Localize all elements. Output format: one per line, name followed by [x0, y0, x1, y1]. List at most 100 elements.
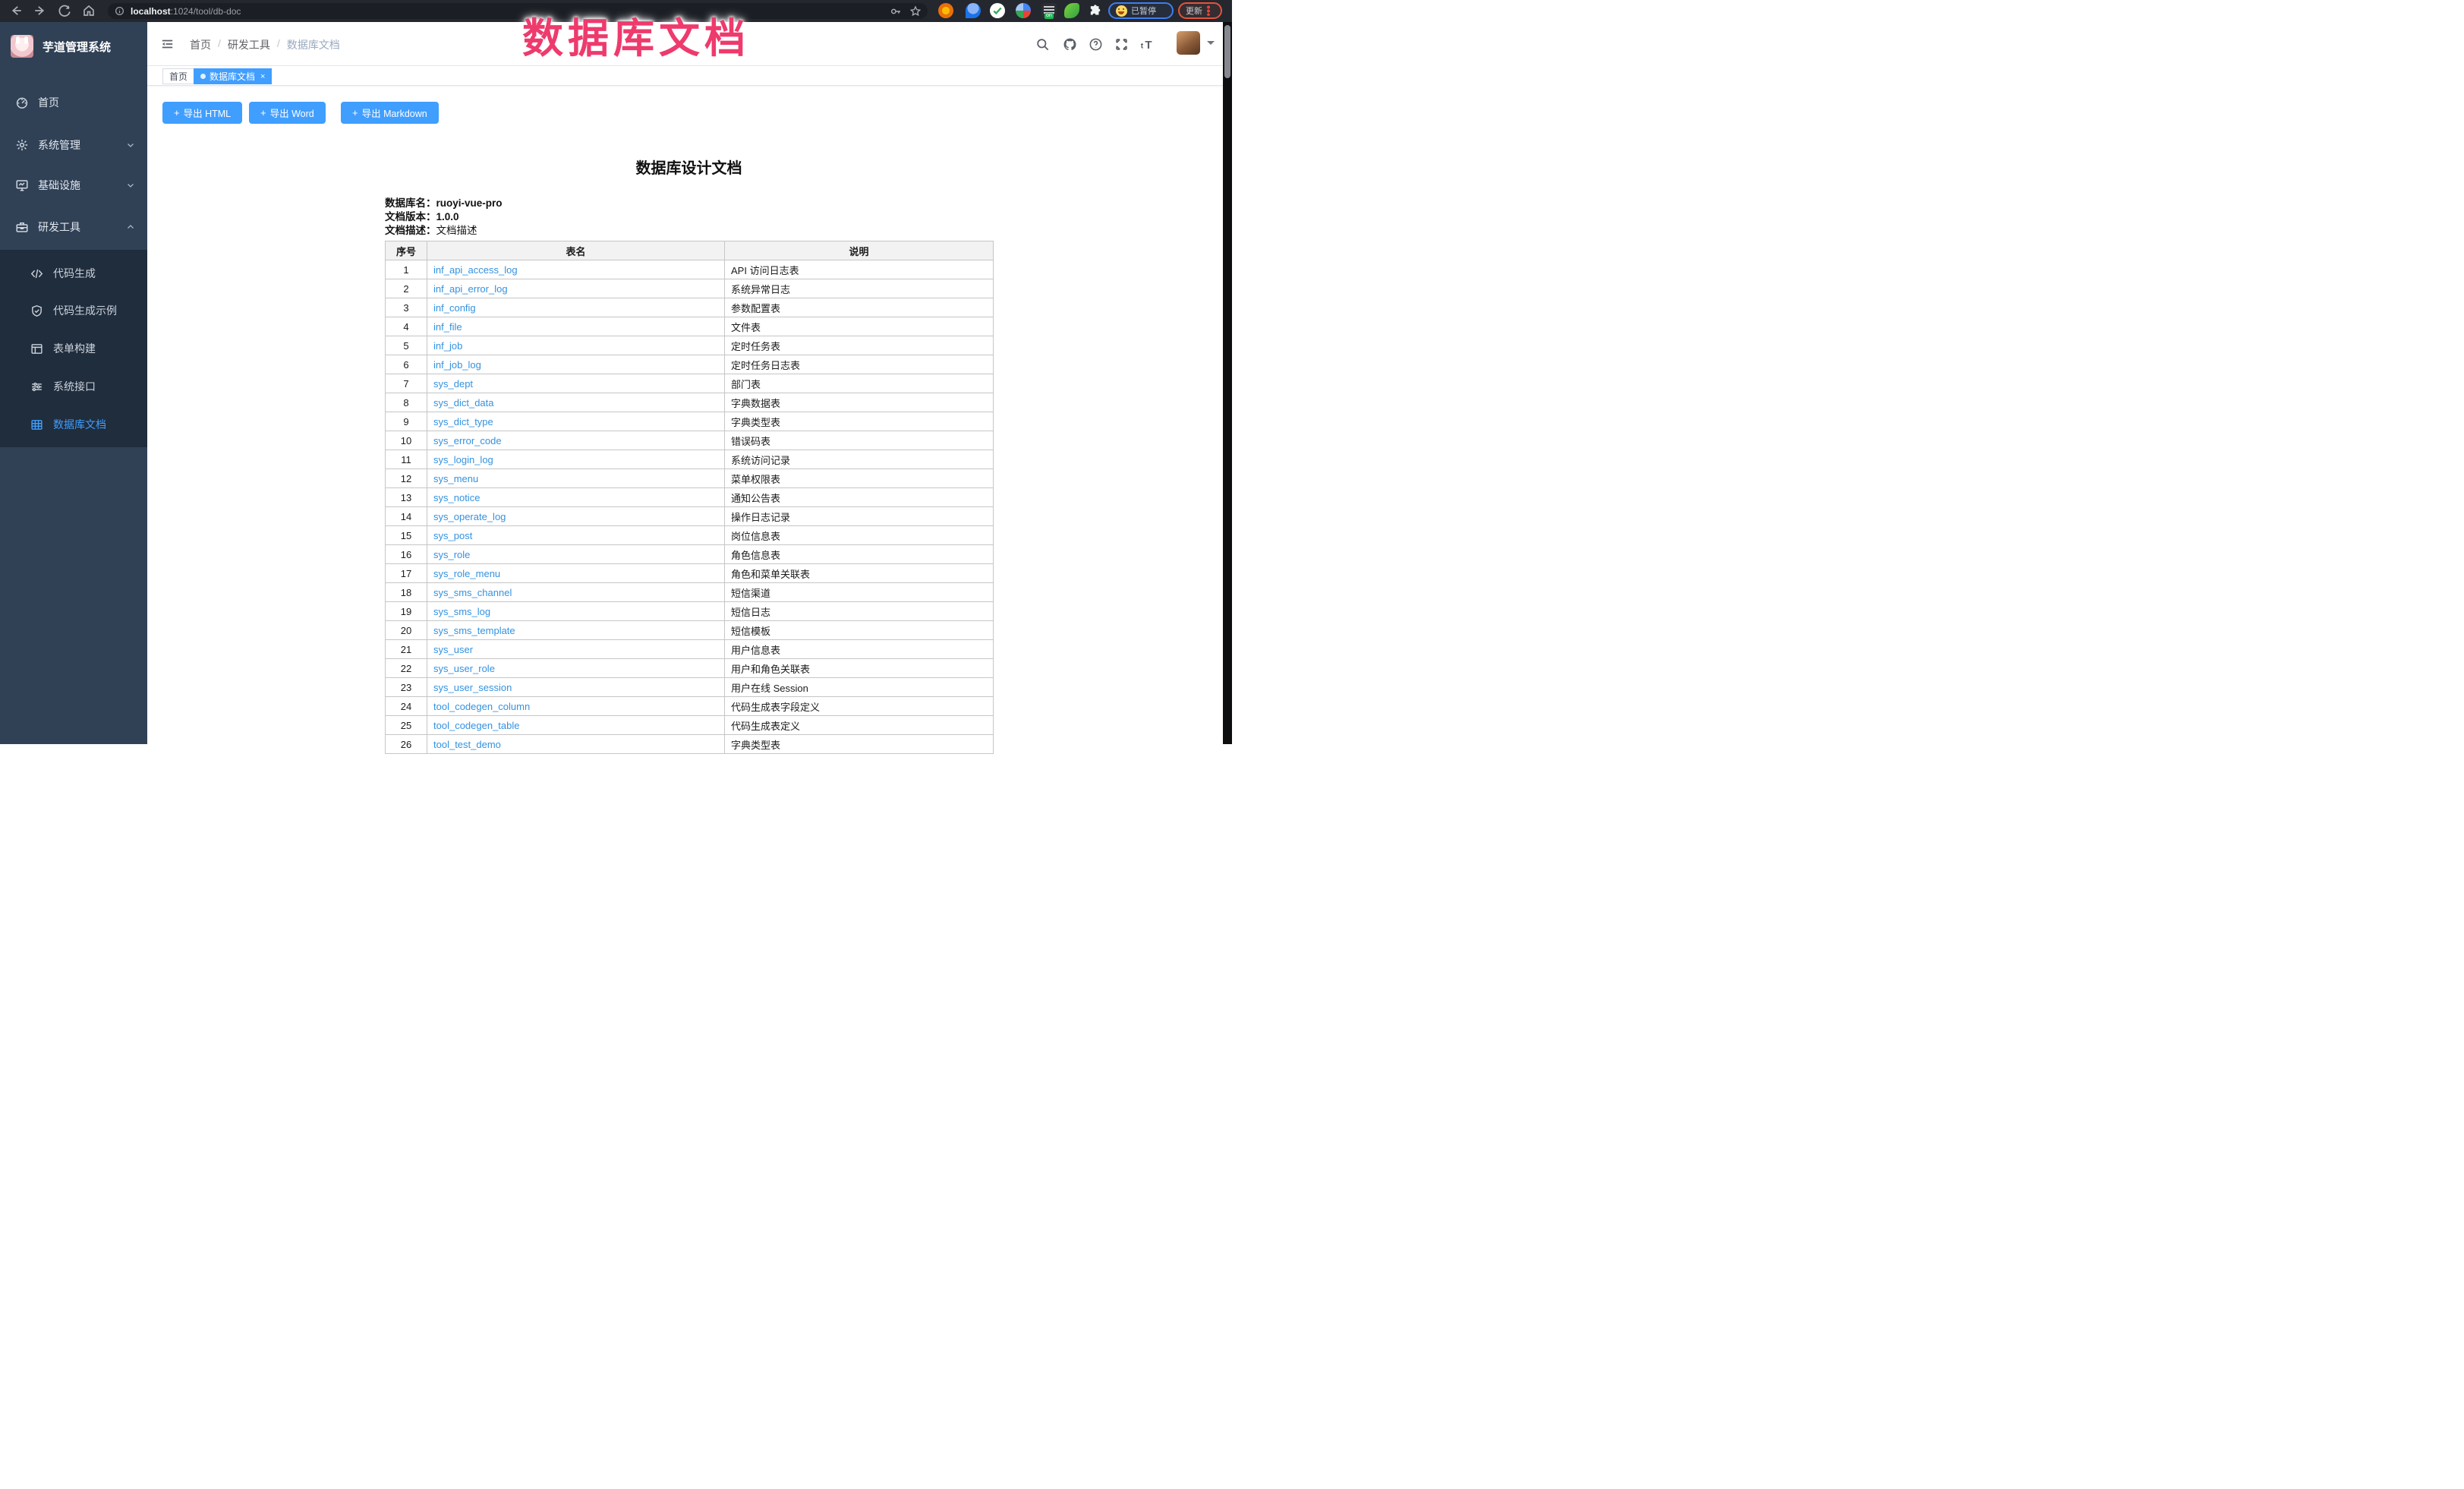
toolbox-icon	[15, 220, 29, 234]
table-name-link[interactable]: sys_user_role	[427, 659, 725, 678]
browser-refresh-icon[interactable]	[58, 4, 71, 17]
breadcrumb-separator: /	[218, 37, 221, 52]
browser-update-chip[interactable]: 更新	[1178, 2, 1222, 19]
font-size-icon[interactable]: tT	[1140, 37, 1155, 52]
user-avatar[interactable]	[1177, 31, 1200, 55]
tables-overview: 序号 表名 说明 1 inf_api_access_log API 访问日志表 …	[385, 241, 994, 754]
address-bar[interactable]: localhost:1024/tool/db-doc	[108, 3, 928, 19]
scrollbar-thumb[interactable]	[1224, 25, 1230, 78]
breadcrumb-home[interactable]: 首页	[190, 37, 211, 52]
collapse-sidebar-icon[interactable]	[161, 38, 174, 50]
table-name-link[interactable]: sys_sms_template	[427, 621, 725, 640]
table-row: 19 sys_sms_log 短信日志	[386, 602, 994, 621]
tag-label: 首页	[169, 70, 187, 83]
help-icon[interactable]	[1089, 37, 1103, 52]
table-desc: 字典类型表	[725, 412, 994, 431]
export-html-button[interactable]: +导出 HTML	[162, 102, 242, 124]
browser-menu-icon[interactable]	[1207, 5, 1210, 16]
plus-icon: +	[352, 107, 358, 118]
chevron-down-icon	[126, 181, 135, 190]
sidebar-item-label: 基础设施	[38, 178, 80, 193]
table-name-link[interactable]: sys_user_session	[427, 678, 725, 697]
table-name-link[interactable]: sys_sms_channel	[427, 583, 725, 602]
table-name-link[interactable]: tool_codegen_table	[427, 716, 725, 735]
table-name-link[interactable]: sys_dept	[427, 374, 725, 393]
extension-puzzle-icon[interactable]	[1087, 3, 1102, 18]
sidebar-item-home[interactable]: 首页	[0, 87, 147, 118]
page-info-icon[interactable]	[115, 6, 124, 16]
tag-close-icon[interactable]: ×	[260, 72, 265, 81]
sidebar-item-system[interactable]: 系统管理	[0, 130, 147, 160]
row-index: 18	[386, 583, 427, 602]
submenu-item-label: 代码生成示例	[53, 303, 117, 318]
table-name-link[interactable]: sys_role_menu	[427, 564, 725, 583]
table-name-link[interactable]: inf_file	[427, 317, 725, 336]
table-name-link[interactable]: sys_login_log	[427, 450, 725, 469]
table-name-link[interactable]: sys_error_code	[427, 431, 725, 450]
table-desc: API 访问日志表	[725, 260, 994, 279]
table-name-link[interactable]: inf_api_access_log	[427, 260, 725, 279]
breadcrumb-current: 数据库文档	[287, 37, 340, 52]
table-row: 13 sys_notice 通知公告表	[386, 488, 994, 507]
sliders-icon	[30, 380, 43, 393]
table-row: 17 sys_role_menu 角色和菜单关联表	[386, 564, 994, 583]
table-name-link[interactable]: inf_job_log	[427, 355, 725, 374]
submenu-item-codegen-demo[interactable]: 代码生成示例	[0, 292, 147, 330]
extension-mosaic-icon[interactable]	[1016, 3, 1031, 18]
tag-db-doc[interactable]: 数据库文档 ×	[194, 68, 272, 84]
sidebar-item-devtools[interactable]: 研发工具	[0, 212, 147, 242]
submenu-item-api[interactable]: 系统接口	[0, 368, 147, 405]
table-name-link[interactable]: sys_user	[427, 640, 725, 659]
table-name-link[interactable]: sys_role	[427, 545, 725, 564]
table-name-link[interactable]: sys_dict_type	[427, 412, 725, 431]
github-icon[interactable]	[1063, 37, 1077, 52]
tag-home[interactable]: 首页	[162, 68, 194, 84]
submenu-item-form-builder[interactable]: 表单构建	[0, 330, 147, 368]
browser-forward-icon[interactable]	[33, 4, 47, 17]
table-name-link[interactable]: inf_job	[427, 336, 725, 355]
breadcrumb-devtools[interactable]: 研发工具	[228, 37, 270, 52]
extension-pin-icon[interactable]	[966, 3, 981, 18]
submenu-item-codegen[interactable]: 代码生成	[0, 254, 147, 292]
fullscreen-icon[interactable]	[1114, 37, 1129, 52]
extension-leaf-icon[interactable]	[1064, 3, 1079, 18]
browser-back-icon[interactable]	[9, 4, 23, 17]
row-index: 2	[386, 279, 427, 298]
table-row: 18 sys_sms_channel 短信渠道	[386, 583, 994, 602]
export-word-button[interactable]: +导出 Word	[249, 102, 326, 124]
table-name-link[interactable]: sys_notice	[427, 488, 725, 507]
window-scrollbar[interactable]	[1223, 22, 1232, 744]
submenu-item-db-doc[interactable]: 数据库文档	[0, 405, 147, 443]
table-desc: 用户在线 Session	[725, 678, 994, 697]
table-name-link[interactable]: sys_sms_log	[427, 602, 725, 621]
table-grid-icon	[30, 418, 43, 431]
table-name-link[interactable]: tool_test_demo	[427, 735, 725, 754]
extension-check-icon[interactable]	[990, 3, 1005, 18]
table-name-link[interactable]: sys_dict_data	[427, 393, 725, 412]
extension-icon-1[interactable]	[938, 3, 953, 18]
profile-paused-chip[interactable]: 已暂停	[1108, 2, 1174, 19]
plus-icon: +	[260, 107, 266, 118]
table-desc: 系统异常日志	[725, 279, 994, 298]
table-name-link[interactable]: sys_menu	[427, 469, 725, 488]
table-desc: 操作日志记录	[725, 507, 994, 526]
row-index: 24	[386, 697, 427, 716]
table-name-link[interactable]: inf_api_error_log	[427, 279, 725, 298]
export-markdown-button[interactable]: +导出 Markdown	[341, 102, 439, 124]
table-name-link[interactable]: tool_codegen_column	[427, 697, 725, 716]
doc-info-line: 文档版本：1.0.0	[385, 210, 503, 224]
avatar-caret-icon[interactable]	[1207, 41, 1215, 49]
app-logo[interactable]: 芋道管理系统	[0, 31, 147, 62]
search-icon[interactable]	[1035, 37, 1050, 52]
password-key-icon[interactable]	[890, 5, 902, 17]
submenu-item-label: 表单构建	[53, 341, 96, 356]
bookmark-star-icon[interactable]	[909, 5, 922, 17]
table-name-link[interactable]: sys_post	[427, 526, 725, 545]
app-title: 芋道管理系统	[43, 39, 111, 55]
sidebar-item-infra[interactable]: 基础设施	[0, 170, 147, 200]
table-name-link[interactable]: sys_operate_log	[427, 507, 725, 526]
table-row: 1 inf_api_access_log API 访问日志表	[386, 260, 994, 279]
table-name-link[interactable]: inf_config	[427, 298, 725, 317]
extension-list-icon[interactable]: on	[1041, 3, 1057, 18]
browser-home-icon[interactable]	[82, 4, 96, 17]
